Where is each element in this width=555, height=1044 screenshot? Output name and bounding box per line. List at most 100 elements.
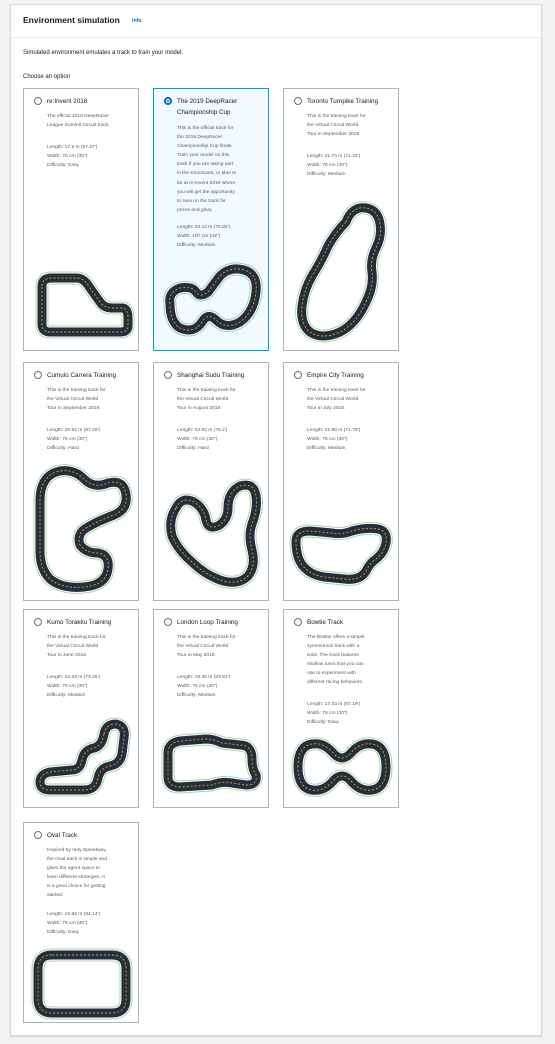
track-map-image <box>162 478 267 589</box>
radio-button[interactable] <box>164 618 172 626</box>
track-name: Shanghai Sudu Training <box>177 372 245 379</box>
track-option-kumo-torakku[interactable]: Kumo Torakku Training This is the traini… <box>23 609 139 808</box>
track-description-line: Inspired by Indy Speedway, <box>47 848 107 853</box>
track-width: Width: 76 cm (30") <box>307 163 348 169</box>
track-description-line: different racing behaviors. <box>307 680 364 686</box>
track-description-line: the Virtual Circuit World <box>47 397 99 403</box>
track-name: The 2019 DeepRacer Championship Cup <box>177 98 238 116</box>
track-stats: Length: 22.63 m (74.25') Width: 76 cm (3… <box>47 673 135 700</box>
track-description-line: symmetrical track with a <box>307 644 360 650</box>
track-description: The Bowtie offers a simple symmetrical tr… <box>307 633 393 688</box>
track-name: Toronto Turnpike Training <box>307 98 379 105</box>
radio-button[interactable] <box>34 371 42 379</box>
track-description-line: Tour in September 2019. <box>307 132 361 138</box>
track-description-line: prizes and glory. <box>177 207 213 213</box>
radio-button[interactable] <box>164 371 172 379</box>
track-map-image <box>31 948 133 1020</box>
track-layer <box>31 948 133 1020</box>
track-stats: Length: 17.43 m (57.19') Width: 76 cm (3… <box>307 700 395 727</box>
track-length: Length: 21.74 m (71.33') <box>307 154 361 159</box>
track-layer <box>37 954 127 1014</box>
track-description-line: This is the training track for <box>307 388 366 393</box>
track-description-line: is a good choice for getting <box>47 884 106 890</box>
track-option-cumulo-carrera[interactable]: Cumulo Carrera Training This is the trai… <box>23 362 139 601</box>
track-layer <box>37 273 133 337</box>
track-option-toronto-turnpike[interactable]: Toronto Turnpike Training This is the tr… <box>283 88 399 351</box>
track-description-line: you will get the opportunity <box>177 189 235 195</box>
track-width: Width: 76 cm (30") <box>307 711 348 717</box>
panel-header: Environment simulation Info <box>11 5 541 38</box>
track-description-line: Tour in August 2019. <box>177 406 222 412</box>
track-length: Length: 17.43 m (57.19') <box>307 702 361 707</box>
track-option-reinvent-2018[interactable]: re:Invent 2018 The official 2018 DeepRac… <box>23 88 139 351</box>
track-map-image <box>162 262 263 337</box>
track-description-line: the Virtual Circuit World <box>47 644 99 650</box>
track-description-line: The Bowtie offers a simple <box>307 635 365 640</box>
track-difficulty: Difficulty: Easy <box>47 163 79 169</box>
track-length: Length: 21.88 m (71.78') <box>307 428 361 433</box>
radio-button-selected[interactable] <box>164 97 172 105</box>
radio-button[interactable] <box>34 831 42 839</box>
track-name: Oval Track <box>47 832 78 839</box>
track-length: Length: 22.92 m (75.2') <box>177 428 228 433</box>
track-option-shanghai-sudu[interactable]: Shanghai Sudu Training This is the train… <box>153 362 269 601</box>
track-description-line: Tour in June 2019. <box>47 653 88 659</box>
track-description: Inspired by Indy Speedway, the Oval track… <box>47 846 133 901</box>
radio-button[interactable] <box>294 618 302 626</box>
track-description-line: the Virtual Circuit World <box>307 397 359 403</box>
track-difficulty: Difficulty: Medium <box>177 693 216 699</box>
track-description-line: This is the training track for <box>47 635 106 640</box>
track-description: This is the training track for the Virtua… <box>177 386 263 413</box>
track-map-image <box>33 717 134 800</box>
track-difficulty: Difficulty: Hard <box>177 446 209 452</box>
track-option-bowtie[interactable]: Bowtie Track The Bowtie offers a simple s… <box>283 609 399 808</box>
track-description-line: shallow turns that you can <box>307 662 364 668</box>
track-difficulty: Difficulty: Easy <box>307 720 339 726</box>
track-description-line: track if you are taking part <box>177 162 234 168</box>
track-option-oval[interactable]: Oval Track Inspired by Indy Speedway, the… <box>23 822 139 1023</box>
track-name: Bowtie Track <box>307 619 344 626</box>
panel-title: Environment simulation <box>23 15 120 25</box>
track-stats: Length: 21.74 m (71.33') Width: 76 cm (3… <box>307 152 395 179</box>
radio-button[interactable] <box>34 97 42 105</box>
track-width: Width: 76 cm (30") <box>47 437 88 443</box>
track-option-empire-city[interactable]: Empire City Training This is the trainin… <box>283 362 399 601</box>
radio-button[interactable] <box>294 97 302 105</box>
track-name: re:Invent 2018 <box>47 98 88 105</box>
track-stats: Length: 20.51 m (67.29') Width: 76 cm (3… <box>47 426 135 453</box>
track-description-line: learn different strategies. It <box>47 875 105 881</box>
track-description: This is the training track for the Virtua… <box>307 112 393 139</box>
track-width: Width: 76 cm (30") <box>47 154 88 160</box>
radio-button[interactable] <box>294 371 302 379</box>
track-width: Width: 76 cm (30") <box>307 437 348 443</box>
track-description-line: twist. The track features <box>307 653 359 659</box>
track-description-line: This is the training track for <box>307 114 366 119</box>
track-length: Length: 22.63 m (74.25') <box>47 675 101 680</box>
track-description: This is the training track for the Virtua… <box>47 386 133 413</box>
track-width: Width: 107 cm (42") <box>177 234 221 240</box>
track-name: London Loop Training <box>177 619 238 626</box>
track-map-image <box>291 737 393 797</box>
track-option-london-loop[interactable]: London Loop Training This is the trainin… <box>153 609 269 808</box>
track-description-line: to race on the track for <box>177 198 226 204</box>
track-difficulty: Difficulty: Medium <box>307 172 346 178</box>
track-difficulty: Difficulty: Medium <box>47 693 86 699</box>
track-stats: Length: 21.88 m (71.78') Width: 76 cm (3… <box>307 426 395 453</box>
track-description-line: gives the agent space to <box>47 866 101 872</box>
track-stats: Length: 19.45 m (63.81') Width: 76 cm (3… <box>177 673 265 700</box>
track-difficulty: Difficulty: Hard <box>47 446 79 452</box>
track-name: Kumo Torakku Training <box>47 619 112 626</box>
track-description-line: Tour in July 2019. <box>307 406 346 412</box>
track-description: This is the training track for the Virtua… <box>47 633 133 660</box>
track-layer <box>291 737 393 797</box>
track-description-line: Championship Cup finals. <box>177 144 233 150</box>
track-description-line: Tour in September 2019. <box>47 406 101 412</box>
track-option-2019-championship-cup[interactable]: The 2019 DeepRacer Championship Cup This… <box>153 88 269 351</box>
track-difficulty: Difficulty: Medium <box>177 243 216 249</box>
info-link[interactable]: Info <box>132 18 142 24</box>
track-description-line: Train your model on this <box>177 153 230 159</box>
track-description-line: the Oval track is simple and <box>47 857 108 863</box>
choose-option-label: Choose an option <box>23 74 71 80</box>
track-width: Width: 76 cm (30") <box>47 684 88 690</box>
radio-button[interactable] <box>34 618 42 626</box>
